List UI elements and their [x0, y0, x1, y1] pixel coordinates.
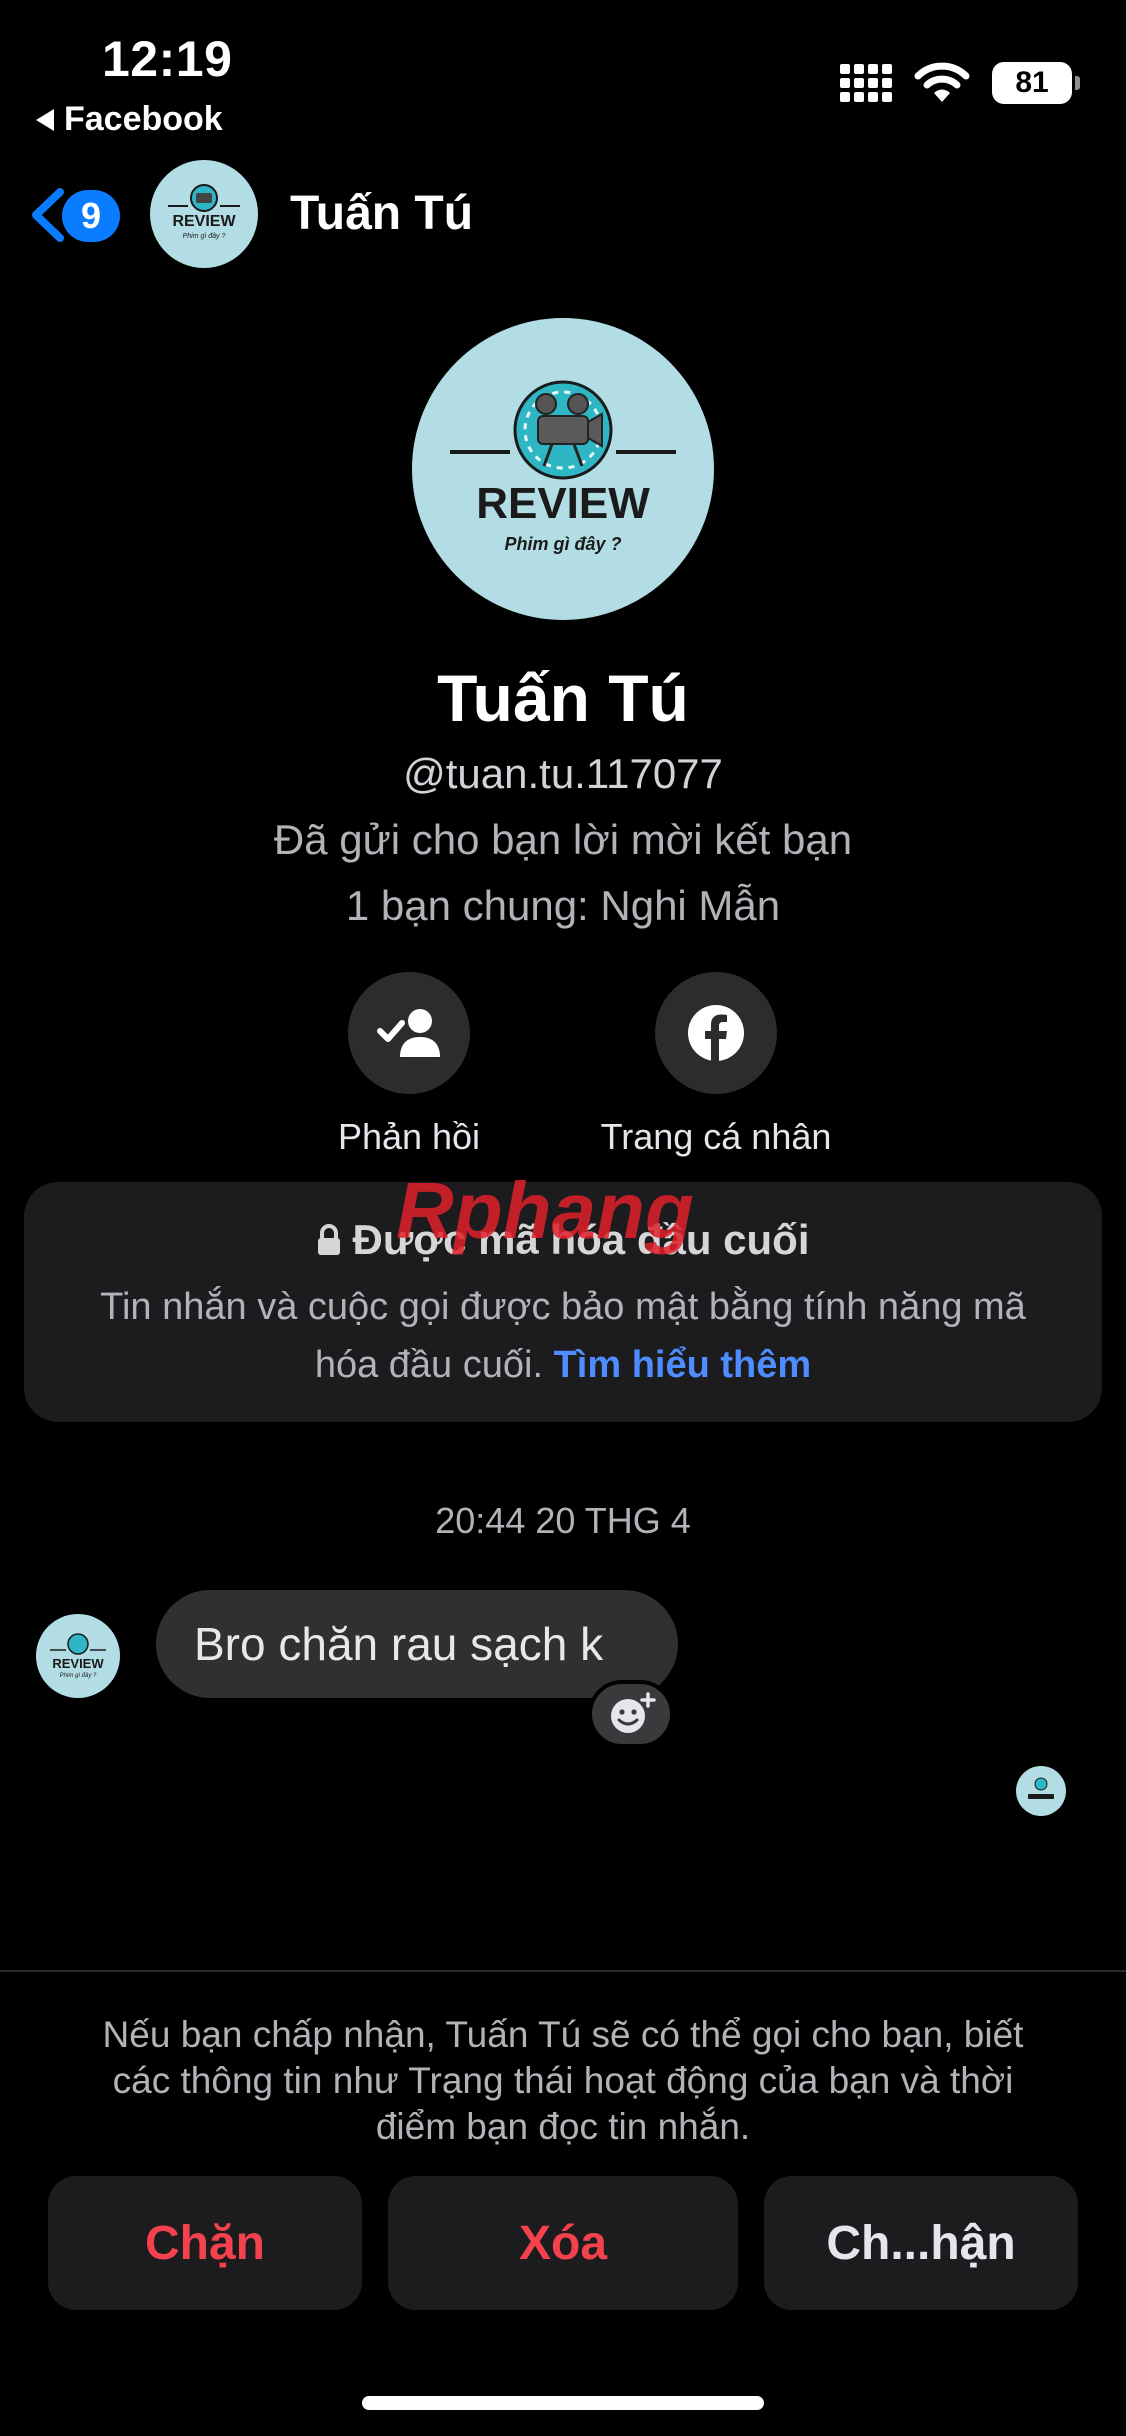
request-disclaimer: Nếu bạn chấp nhận, Tuấn Tú sẽ có thể gọi…	[102, 2014, 1024, 2147]
profile-page-button[interactable]: Trang cá nhân	[566, 972, 866, 1158]
friend-request-status: Đã gửi cho bạn lời mời kết bạn	[273, 816, 853, 863]
svg-text:Phim gì đây ?: Phim gì đây ?	[504, 534, 621, 554]
svg-text:Phim gì đây ?: Phim gì đây ?	[60, 1673, 97, 1679]
chat-header: 9 REVIEW Phim gì đây ? Tuấn Tú	[0, 160, 1126, 270]
status-time: 12:19	[102, 31, 233, 87]
battery-indicator: 81	[992, 62, 1080, 104]
status-indicators: 81	[840, 62, 1080, 104]
svg-text:REVIEW: REVIEW	[52, 1656, 104, 1671]
add-reaction-button[interactable]	[588, 1680, 674, 1748]
message-timestamp: 20:44 20 THG 4	[435, 1500, 691, 1541]
profile-page-label: Trang cá nhân	[600, 1116, 832, 1157]
accept-button[interactable]: Ch...hận	[764, 2176, 1078, 2310]
encryption-title: Được mã hóa đầu cuối	[352, 1216, 810, 1263]
back-to-app-link[interactable]: Facebook	[36, 100, 223, 139]
lock-icon	[318, 1224, 341, 1255]
unread-count-badge: 9	[62, 190, 120, 242]
learn-more-link[interactable]: Tìm hiểu thêm	[554, 1344, 812, 1386]
svg-text:REVIEW: REVIEW	[172, 213, 236, 230]
wifi-icon	[914, 62, 970, 102]
profile-name: Tuấn Tú	[437, 661, 689, 735]
sender-avatar[interactable]: REVIEW Phim gì đây ?	[36, 1614, 120, 1698]
back-app-label: Facebook	[64, 100, 223, 138]
profile-avatar: REVIEW Phim gì đây ?	[412, 318, 714, 620]
smiley-plus-icon	[611, 1692, 656, 1733]
message-text: Bro chăn rau sạch k	[194, 1618, 604, 1670]
mutual-friends: 1 bạn chung: Nghi Mẫn	[345, 882, 781, 929]
person-check-icon	[377, 1009, 440, 1057]
seen-receipt-avatar	[1016, 1766, 1066, 1816]
encryption-notice: Được mã hóa đầu cuối Tin nhắn và cuộc gọ…	[24, 1182, 1102, 1422]
header-avatar[interactable]: REVIEW Phim gì đây ?	[150, 160, 258, 268]
back-triangle-icon	[36, 108, 54, 131]
message-bubble[interactable]: Bro chăn rau sạch k	[156, 1590, 678, 1698]
respond-button[interactable]: Phản hồi	[259, 972, 559, 1158]
svg-text:Phim gì đây ?: Phim gì đây ?	[183, 233, 226, 240]
divider	[0, 1970, 1126, 1972]
delete-button[interactable]: Xóa	[388, 2176, 738, 2310]
home-indicator[interactable]	[362, 2396, 764, 2410]
block-button[interactable]: Chặn	[48, 2176, 362, 2310]
respond-label: Phản hồi	[337, 1116, 481, 1157]
header-title[interactable]: Tuấn Tú	[290, 186, 473, 241]
cellular-signal-icon	[840, 64, 892, 102]
profile-handle: @tuan.tu.117077	[403, 750, 723, 797]
svg-text:REVIEW: REVIEW	[476, 479, 650, 528]
facebook-icon	[688, 1005, 744, 1061]
